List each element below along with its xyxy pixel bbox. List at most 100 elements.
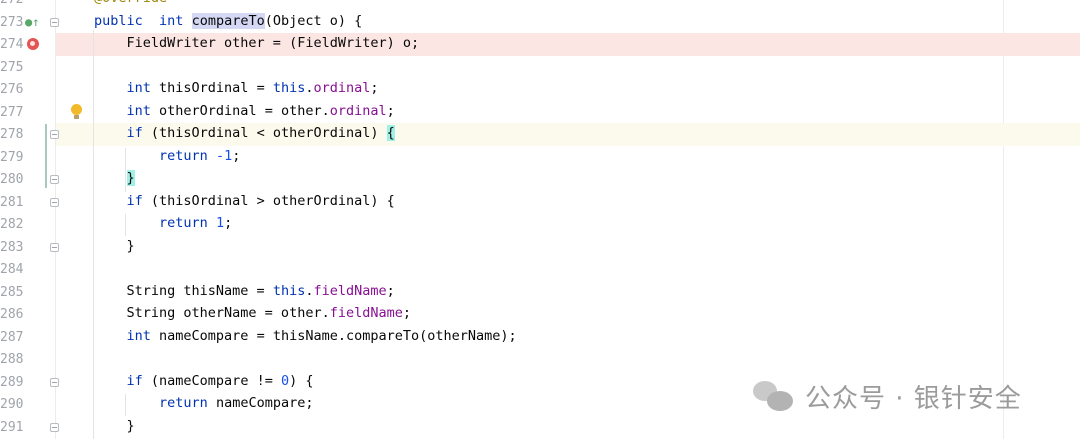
code-line[interactable]: 291 } [0, 416, 1080, 439]
code-line[interactable]: 275 [0, 56, 1080, 79]
line-number[interactable]: 279 [0, 150, 23, 165]
code-token: ; [232, 147, 241, 164]
line-number[interactable]: 290 [0, 397, 23, 412]
code-token: return [159, 395, 208, 411]
code-token: ordinal [313, 80, 371, 96]
fold-toggle-icon[interactable] [50, 197, 59, 207]
vcs-change-marker[interactable] [45, 124, 47, 188]
code-text: return nameCompare; [94, 395, 313, 411]
code-token: public [94, 12, 143, 29]
fold-toggle-icon[interactable] [50, 242, 59, 252]
line-number[interactable]: 277 [0, 105, 23, 120]
code-token: if [126, 192, 143, 209]
code-token: int [126, 80, 151, 96]
code-token: thisOrdinal = [150, 80, 273, 96]
line-number[interactable]: 276 [0, 82, 23, 97]
code-line[interactable]: 273 ●↑ public int compareTo(Object o) { [0, 11, 1080, 34]
code-token: ; [224, 215, 233, 231]
line-number[interactable]: 287 [0, 330, 23, 345]
code-token: if [126, 372, 143, 389]
indent-guide [93, 30, 94, 439]
code-token: } [126, 170, 135, 186]
code-token: (thisOrdinal > otherOrdinal) { [142, 192, 395, 209]
line-number[interactable]: 273 [0, 15, 23, 30]
code-token: ; [402, 305, 411, 321]
indent-guide [125, 148, 126, 192]
fold-toggle-icon[interactable] [50, 422, 59, 432]
code-token: this [272, 80, 306, 96]
code-text: } [94, 418, 135, 434]
code-token: nameCompare = thisName.compareTo(otherNa… [150, 327, 517, 344]
wechat-logo-icon [753, 379, 795, 413]
line-number[interactable]: 281 [0, 195, 23, 210]
code-token: nameCompare; [207, 395, 314, 411]
line-number[interactable]: 274 [0, 37, 23, 52]
code-line[interactable]: 281 if (thisOrdinal > otherOrdinal) { [0, 191, 1080, 214]
code-token: @Override [94, 0, 167, 6]
line-number[interactable]: 291 [0, 420, 23, 435]
watermark-text: 公众号 · 银针安全 [805, 383, 1022, 414]
code-line[interactable]: 285 String thisName = this.fieldName; [0, 281, 1080, 304]
code-text: String thisName = this.fieldName; [94, 283, 395, 299]
line-number[interactable]: 285 [0, 285, 23, 300]
code-line[interactable]: 283 } [0, 236, 1080, 259]
code-line[interactable]: 280 } [0, 168, 1080, 191]
line-number[interactable]: 283 [0, 240, 23, 255]
breakpoint-icon[interactable] [27, 38, 39, 50]
code-editor[interactable]: 272 @Override 273●↑ public int compareTo(Ob… [0, 0, 1080, 439]
code-token: ; [386, 102, 395, 119]
line-number[interactable]: 284 [0, 262, 23, 277]
code-token: this [272, 282, 306, 299]
code-token: (thisOrdinal < otherOrdinal) [142, 125, 387, 141]
code-line[interactable]: 288 [0, 348, 1080, 371]
line-number[interactable]: 282 [0, 217, 23, 232]
fold-toggle-icon[interactable] [50, 377, 59, 387]
code-token: FieldWriter other = (FieldWriter) o; [94, 35, 420, 51]
code-token: ordinal [329, 102, 387, 119]
line-number[interactable]: 275 [0, 60, 23, 75]
code-line[interactable]: 278 if (thisOrdinal < otherOrdinal) { [0, 123, 1080, 146]
indent-guide [125, 214, 126, 236]
code-token: ) { [289, 372, 314, 389]
intention-bulb-icon[interactable] [71, 103, 82, 119]
code-token: -1 [215, 147, 233, 164]
code-text: public int compareTo(Object o) { [94, 12, 362, 29]
code-token: if [126, 125, 143, 141]
code-line[interactable]: 284 [0, 258, 1080, 281]
line-number[interactable]: 286 [0, 307, 23, 322]
code-line[interactable]: 272 @Override [0, 0, 1080, 11]
code-text: int nameCompare = thisName.compareTo(oth… [94, 328, 517, 344]
line-number[interactable]: 289 [0, 375, 23, 390]
code-token: String thisName = [94, 282, 273, 299]
line-number[interactable]: 288 [0, 352, 23, 367]
code-line[interactable]: 287 int nameCompare = thisName.compareTo… [0, 326, 1080, 349]
line-number[interactable]: 272 [0, 0, 23, 7]
fold-toggle-icon[interactable] [50, 130, 59, 139]
code-line[interactable]: 277 int otherOrdinal = other.ordinal; [0, 101, 1080, 124]
code-text: FieldWriter other = (FieldWriter) o; [94, 35, 420, 51]
code-token: (nameCompare != [142, 372, 281, 389]
code-line[interactable]: 282 return 1; [0, 213, 1080, 236]
code-line[interactable]: 274 FieldWriter other = (FieldWriter) o; [0, 33, 1080, 56]
code-token: ; [370, 80, 379, 96]
fold-toggle-icon[interactable] [50, 175, 59, 184]
override-up-arrow-icon[interactable]: ●↑ [25, 16, 39, 28]
code-line[interactable]: 279 return -1; [0, 146, 1080, 169]
code-line[interactable]: 276 int thisOrdinal = this.ordinal; [0, 78, 1080, 101]
code-token: } [94, 237, 135, 254]
fold-toggle-icon[interactable] [50, 17, 59, 27]
line-number[interactable]: 278 [0, 127, 23, 142]
code-text: return -1; [94, 148, 240, 164]
line-number[interactable]: 280 [0, 172, 23, 187]
code-token: ; [386, 282, 395, 299]
code-line[interactable]: 286 String otherName = other.fieldName; [0, 303, 1080, 326]
